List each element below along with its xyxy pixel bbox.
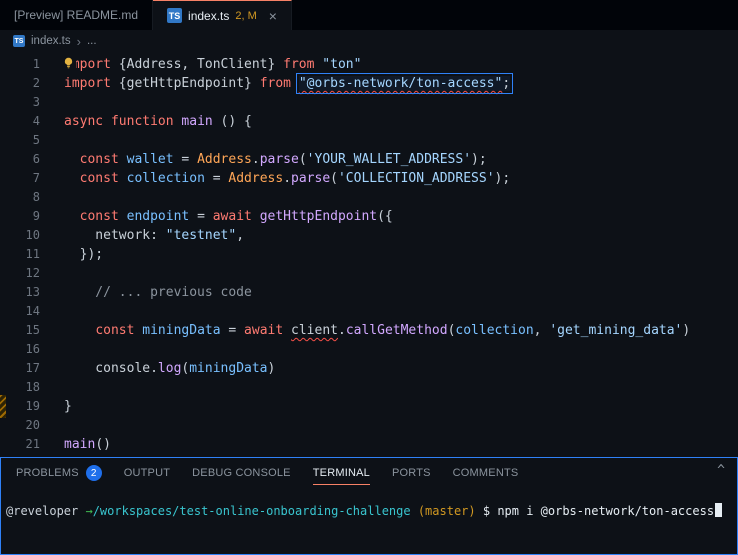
line-number: 19 xyxy=(25,399,40,413)
panel-tab-terminal[interactable]: TERMINAL xyxy=(302,458,381,488)
tab-index-ts[interactable]: TS index.ts 2, M × xyxy=(153,0,292,30)
panel-tab-problems[interactable]: PROBLEMS 2 xyxy=(5,458,113,488)
terminal-git-branch: (master) xyxy=(410,504,476,518)
code-line-16[interactable]: 16 xyxy=(0,340,738,359)
breadcrumb: TS index.ts › ... xyxy=(0,30,738,52)
line-number: 2 xyxy=(32,76,40,90)
terminal-prompt-symbol: $ xyxy=(475,504,498,518)
panel-tab-label: OUTPUT xyxy=(123,467,171,479)
line-number: 11 xyxy=(25,247,40,261)
code-line-10[interactable]: 10 network: "testnet", xyxy=(0,226,738,245)
code-line-15[interactable]: 15 const miningData = await client.callG… xyxy=(0,321,738,340)
line-number: 13 xyxy=(25,285,40,299)
code-line-11[interactable]: 11 }); xyxy=(0,245,738,264)
typescript-file-icon: TS xyxy=(167,8,183,23)
terminal-command: npm i @orbs-network/ton-access xyxy=(497,504,715,518)
terminal-arrow-icon: → xyxy=(78,504,93,518)
panel-tab-ports[interactable]: PORTS xyxy=(381,458,442,488)
line-number: 8 xyxy=(32,190,40,204)
terminal-cursor xyxy=(715,503,723,517)
code-line-13[interactable]: 13 // ... previous code xyxy=(0,283,738,302)
tab-label: index.ts xyxy=(188,8,230,23)
code-line-6[interactable]: 6 const wallet = Address.parse('YOUR_WAL… xyxy=(0,150,738,169)
code-line-8[interactable]: 8 xyxy=(0,188,738,207)
code-line-14[interactable]: 14 xyxy=(0,302,738,321)
chevron-up-icon[interactable]: ^ xyxy=(717,463,725,478)
code-line-9[interactable]: 9 const endpoint = await getHttpEndpoint… xyxy=(0,207,738,226)
problems-count-badge: 2 xyxy=(85,465,102,481)
panel-tab-label: TERMINAL xyxy=(312,467,370,479)
editor-tab-bar: [Preview] README.md TS index.ts 2, M × xyxy=(0,0,738,30)
terminal[interactable]: @reveloper →/workspaces/test-online-onbo… xyxy=(1,488,737,520)
panel-tabs: PROBLEMS 2 OUTPUT DEBUG CONSOLE TERMINAL PORT… xyxy=(5,458,529,488)
panel-tab-label: PROBLEMS xyxy=(16,467,79,479)
code-line-3[interactable]: 3 xyxy=(0,93,738,112)
typescript-file-icon: TS xyxy=(13,35,25,47)
code-line-19[interactable]: 19} xyxy=(0,397,738,416)
line-number: 17 xyxy=(25,361,40,375)
line-number: 6 xyxy=(32,152,40,166)
panel-tab-label: DEBUG CONSOLE xyxy=(192,467,291,479)
breadcrumb-symbol[interactable]: ... xyxy=(87,35,97,47)
terminal-path: /workspaces/test-online-onboarding-chall… xyxy=(92,504,411,518)
tab-label: [Preview] README.md xyxy=(14,8,139,22)
code-editor[interactable]: 1 import {Address, TonClient} from "ton" 2… xyxy=(0,52,738,457)
code-lines: 1 import {Address, TonClient} from "ton" 2… xyxy=(0,55,738,454)
line-number: 16 xyxy=(25,342,40,356)
code-line-18[interactable]: 18 xyxy=(0,378,738,397)
line-number: 7 xyxy=(32,171,40,185)
line-number: 9 xyxy=(32,209,40,223)
line-number: 14 xyxy=(25,304,40,318)
terminal-user: @reveloper xyxy=(6,504,79,518)
line-number: 15 xyxy=(25,323,40,337)
panel-tab-label: COMMENTS xyxy=(452,467,519,479)
code-line-7[interactable]: 7 const collection = Address.parse('COLL… xyxy=(0,169,738,188)
line-number: 10 xyxy=(25,228,40,242)
code-line-12[interactable]: 12 xyxy=(0,264,738,283)
lightbulb-icon[interactable] xyxy=(60,54,76,72)
panel-header: PROBLEMS 2 OUTPUT DEBUG CONSOLE TERMINAL PORT… xyxy=(1,458,737,488)
panel-tab-label: PORTS xyxy=(391,467,431,479)
line-number: 12 xyxy=(25,266,40,280)
code-line-20[interactable]: 20 xyxy=(0,416,738,435)
line-number: 4 xyxy=(32,114,40,128)
code-line-2[interactable]: 2 import {getHttpEndpoint} from "@orbs-ne… xyxy=(0,73,738,94)
line-number: 21 xyxy=(25,437,40,451)
code-line-4[interactable]: 4 async function main () { xyxy=(0,112,738,131)
line-number: 1 xyxy=(32,57,40,71)
breadcrumb-file[interactable]: index.ts xyxy=(31,35,71,47)
line-number: 20 xyxy=(25,418,40,432)
tab-modified-decoration: 2, M xyxy=(235,9,257,22)
code-line-21[interactable]: 21 main() xyxy=(0,435,738,454)
line-number: 3 xyxy=(32,95,40,109)
chevron-right-icon: › xyxy=(76,33,81,49)
code-line-1[interactable]: 1 import {Address, TonClient} from "ton" xyxy=(0,55,738,74)
bottom-panel: PROBLEMS 2 OUTPUT DEBUG CONSOLE TERMINAL PORT… xyxy=(0,457,738,555)
panel-tab-debug-console[interactable]: DEBUG CONSOLE xyxy=(181,458,302,488)
code-line-5[interactable]: 5 xyxy=(0,131,738,150)
tab-readme-preview[interactable]: [Preview] README.md xyxy=(0,0,154,30)
gutter-modified-marker xyxy=(0,395,6,418)
line-number: 5 xyxy=(32,133,40,147)
code-line-17[interactable]: 17 console.log(miningData) xyxy=(0,359,738,378)
close-icon[interactable]: × xyxy=(269,9,277,23)
line-number: 18 xyxy=(25,380,40,394)
module-string-selection-box: "@orbs-network/ton-access"; xyxy=(295,73,514,94)
panel-tab-output[interactable]: OUTPUT xyxy=(113,458,181,488)
panel-tab-comments[interactable]: COMMENTS xyxy=(442,458,530,488)
